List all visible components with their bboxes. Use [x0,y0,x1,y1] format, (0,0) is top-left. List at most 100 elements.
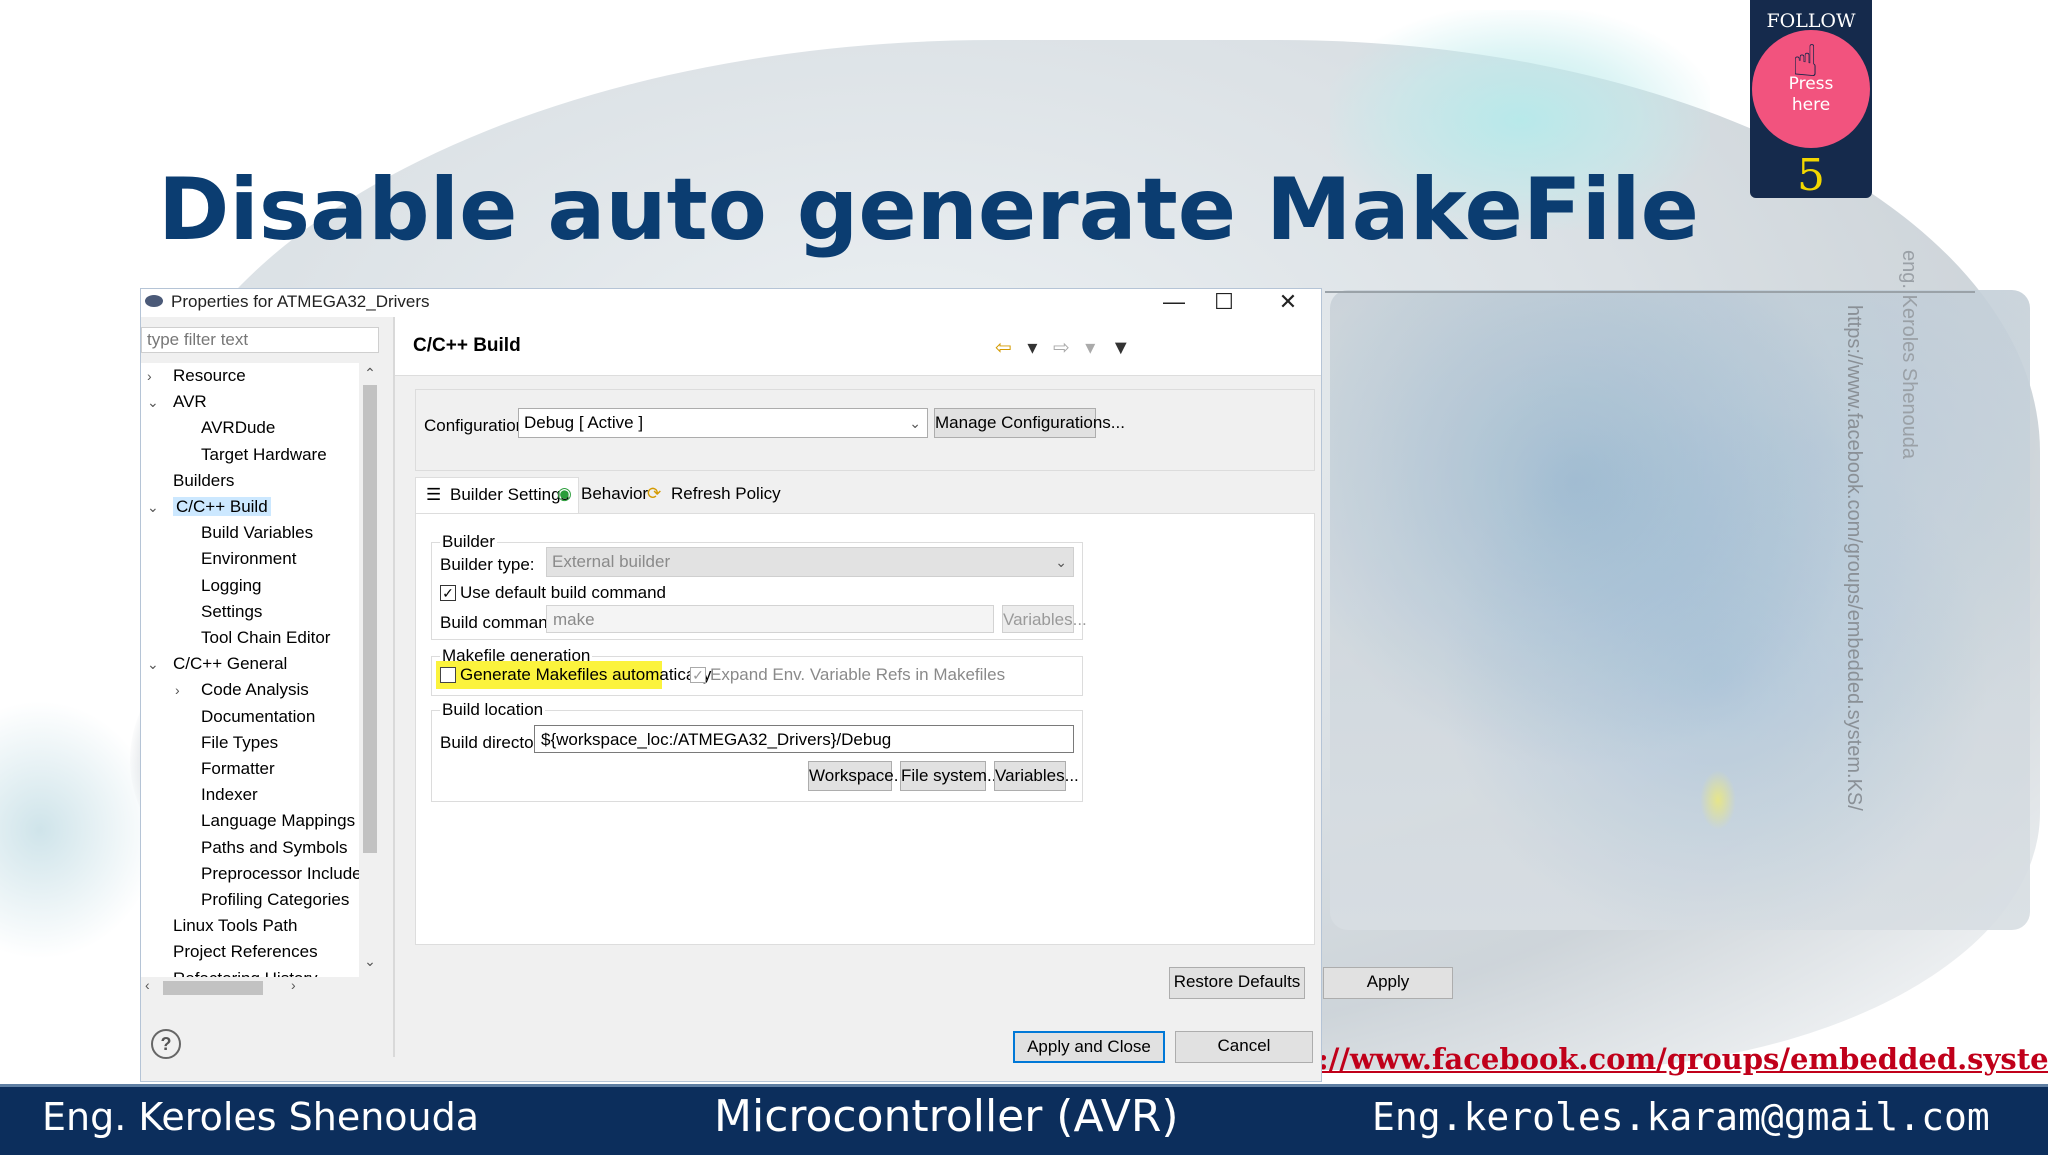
view-menu-chevron-icon[interactable]: ▼ [1111,337,1131,359]
tree-item[interactable]: Preprocessor Include [201,861,362,887]
tree-item-label: Profiling Categories [201,890,350,909]
variables-button[interactable]: Variables... [994,761,1079,791]
workspace-button[interactable]: Workspace... [808,761,908,791]
builder-group-title: Builder [440,532,497,552]
tree-item-label: C/C++ Build [173,497,271,516]
tree-item[interactable]: Linux Tools Path [173,913,297,939]
tree-item[interactable]: File Types [201,730,278,756]
tree-item[interactable]: Profiling Categories [201,887,349,913]
build-command-label: Build command: [440,613,562,632]
tree-item[interactable]: Settings [201,599,262,625]
cancel-button[interactable]: Cancel [1175,1031,1313,1063]
forward-arrow-icon[interactable]: ⇨ [1053,337,1070,359]
tree-item[interactable]: Tool Chain Editor [201,625,330,651]
property-tree: › Resource ⌄ AVR AVRDude Target Hardware Build… [141,363,381,977]
tree-item-label: Build Variables [201,523,314,543]
page-title: C/C++ Build [413,335,521,356]
footer-author: Eng. Keroles Shenouda [42,1095,480,1139]
use-default-checkbox[interactable]: ✓ [440,585,456,601]
tree-item-label: Resource [173,366,246,385]
configuration-select[interactable]: Debug [ Active ] ⌄ [518,408,928,438]
tree-item[interactable]: C/C++ General [173,651,287,677]
tree-item[interactable]: Refactoring History [173,966,318,977]
tab-refresh-policy[interactable]: ⟳ Refresh Policy [637,477,787,513]
press-text: Press [1788,74,1834,94]
scroll-down-icon[interactable]: ⌄ [361,953,379,970]
tree-item-label: C/C++ General [173,654,288,674]
variables-button-disabled[interactable]: Variables... [1002,605,1087,633]
tree-item[interactable]: Logging [201,573,262,599]
scroll-up-icon[interactable]: ⌃ [361,365,379,382]
tree-item[interactable]: Language Mappings [201,808,355,834]
tree-item-label: Environment [201,549,297,569]
tree-item[interactable]: Formatter [201,756,275,782]
tree-item[interactable]: Resource [173,363,246,389]
tree-item[interactable]: AVR [173,389,207,415]
chevron-down-icon[interactable]: ⌄ [147,656,159,673]
generate-makefiles-label: Generate Makefiles automatically [460,665,712,684]
tree-item[interactable]: AVRDude [201,415,275,441]
back-arrow-icon[interactable]: ⇦ [995,337,1012,359]
builder-type-select[interactable]: External builder ⌄ [546,547,1074,577]
filter-input[interactable]: type filter text [141,327,379,353]
tree-item[interactable]: Project References [173,939,318,965]
scroll-left-icon[interactable]: ‹ [145,977,150,993]
build-location-group: Build location Build directory: ${worksp… [431,700,1083,802]
restore-defaults-button[interactable]: Restore Defaults [1169,967,1305,999]
scroll-right-icon[interactable]: › [291,977,296,993]
tree-item[interactable]: Paths and Symbols [201,835,347,861]
tree-item[interactable]: Target Hardware [201,442,327,468]
tree-item[interactable]: C/C++ Build [173,494,271,520]
back-menu-chevron-icon[interactable]: ▾ [1027,337,1037,359]
close-button[interactable]: ✕ [1265,287,1311,317]
radio-icon: ◉ [557,484,572,503]
builder-settings-panel: Builder Builder type: External builder ⌄… [415,513,1315,945]
tree-item[interactable]: Builders [173,468,234,494]
tree-item-label: Linux Tools Path [173,916,298,936]
tree-item[interactable]: Environment [201,546,296,572]
tree-item-label: Formatter [201,759,275,778]
file-system-button[interactable]: File system... [900,761,1001,791]
list-icon: ☰ [426,485,442,504]
minimize-button[interactable]: — [1151,287,1197,317]
tree-vertical-scrollbar[interactable]: ⌃ ⌄ [359,363,381,977]
forward-menu-chevron-icon[interactable]: ▾ [1085,337,1095,359]
tree-item-label: Tool Chain Editor [201,628,331,647]
chevron-down-icon[interactable]: ⌄ [147,499,159,516]
dialog-titlebar[interactable]: Properties for ATMEGA32_Drivers — ☐ ✕ [141,289,1321,317]
apply-button[interactable]: Apply [1323,967,1453,999]
tree-item[interactable]: Documentation [201,704,315,730]
manage-configurations-button[interactable]: Manage Configurations... [934,408,1125,438]
follow-us-badge[interactable]: FOLLOW US ☝ Press here 5 [1750,0,1872,201]
tree-item-label: Project References [173,942,318,962]
tree-item[interactable]: Indexer [201,782,258,808]
tree-item-label: Builders [173,470,235,490]
chevron-down-icon[interactable]: ⌄ [147,394,159,411]
facebook-link[interactable]: ://www.facebook.com/groups/embedded.syst… [1318,1042,2048,1076]
chevron-down-icon: ⌄ [909,415,921,431]
slide-title: Disable auto generate MakeFile [158,160,1699,260]
makefile-group: Makefile generation Generate Makefiles a… [431,646,1083,696]
tree-item-label: File Types [201,732,279,752]
divider-line [1325,291,1975,293]
build-directory-input[interactable]: ${workspace_loc:/ATMEGA32_Drivers}/Debug [534,725,1074,753]
properties-dialog: Properties for ATMEGA32_Drivers — ☐ ✕ ty… [140,288,1453,1082]
expand-env-checkbox[interactable]: ✓ [690,667,706,683]
tree-horizontal-scrollbar[interactable]: ‹ › [141,977,381,999]
tree-item[interactable]: Code Analysis [201,677,309,703]
footer-course: Microcontroller (AVR) [714,1091,1179,1142]
build-command-input[interactable]: make [546,605,994,633]
scroll-thumb[interactable] [363,385,377,853]
property-page: C/C++ Build ⇦ ▾ ⇨ ▾ ▼ Configuration: Deb… [395,317,1453,1057]
tab-label: Refresh Policy [671,484,781,503]
chevron-right-icon[interactable]: › [147,368,152,384]
tree-item-label: Documentation [201,706,316,726]
tree-item-label: Language Mappings [201,811,356,831]
apply-and-close-button[interactable]: Apply and Close [1013,1031,1165,1063]
chevron-right-icon[interactable]: › [175,682,180,698]
hscroll-thumb[interactable] [163,981,263,995]
help-icon[interactable]: ? [151,1029,181,1059]
generate-makefiles-checkbox[interactable] [440,667,456,683]
tree-item[interactable]: Build Variables [201,520,313,546]
maximize-button[interactable]: ☐ [1201,287,1247,317]
